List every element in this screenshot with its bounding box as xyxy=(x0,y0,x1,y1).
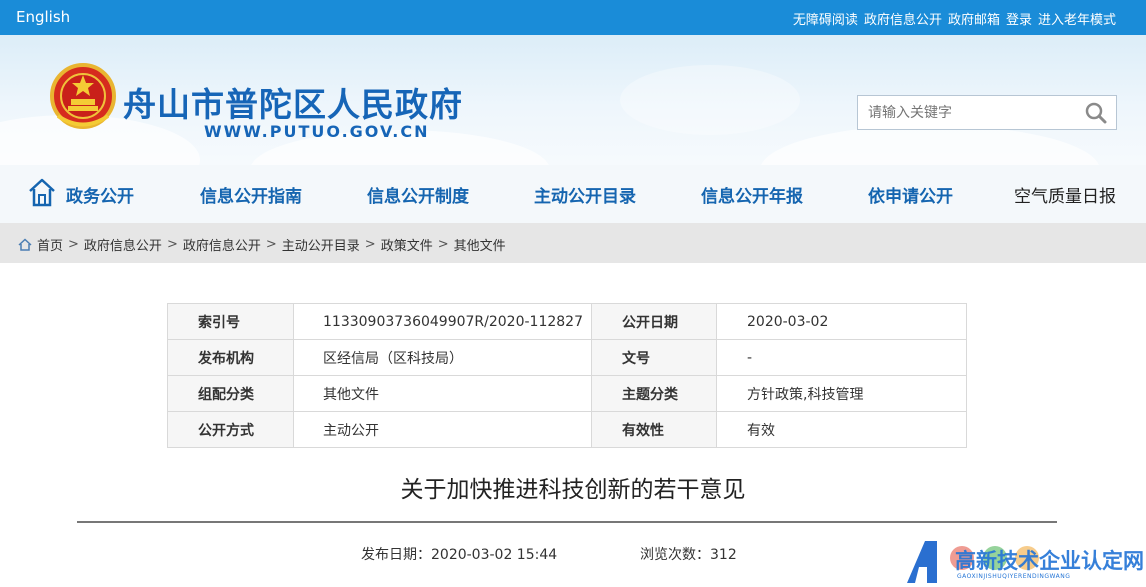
index-label: 索引号 xyxy=(167,303,294,340)
table-row: 索引号 11330903736049907R/2020-112827 公开日期 … xyxy=(167,303,967,340)
doc-number-label: 文号 xyxy=(591,339,717,376)
view-count: 浏览次数：312 xyxy=(640,547,737,563)
nav-active-catalog[interactable]: 主动公开目录 xyxy=(534,182,636,207)
publisher-label: 发布机构 xyxy=(167,339,294,376)
site-title: 舟山市普陀区人民政府 xyxy=(123,85,463,124)
validity-label: 有效性 xyxy=(591,411,717,448)
category-label: 组配分类 xyxy=(167,375,294,412)
nav-info-guide[interactable]: 信息公开指南 xyxy=(200,182,302,207)
nav-gov-affairs[interactable]: 政务公开 xyxy=(66,182,134,207)
topic-label: 主题分类 xyxy=(591,375,717,412)
disclosure-value: 主动公开 xyxy=(293,411,592,448)
validity-value: 有效 xyxy=(716,411,967,448)
topic-value: 方针政策,科技管理 xyxy=(716,375,967,412)
category-value: 其他文件 xyxy=(293,375,592,412)
elder-mode-link[interactable]: 进入老年模式 xyxy=(1038,9,1116,28)
document-info-table: 索引号 11330903736049907R/2020-112827 公开日期 … xyxy=(167,303,967,448)
publish-date-label: 公开日期 xyxy=(591,303,717,340)
breadcrumb-policy-docs[interactable]: 政策文件 xyxy=(381,235,433,254)
breadcrumb-gov-info-1[interactable]: 政府信息公开 xyxy=(84,235,162,254)
home-icon[interactable] xyxy=(27,176,57,208)
top-links: 无障碍阅读 政府信息公开 政府邮箱 登录 进入老年模式 xyxy=(793,9,1116,28)
search-icon[interactable] xyxy=(1085,102,1107,124)
table-row: 发布机构 区经信局（区科技局） 文号 - xyxy=(167,339,967,376)
nav-info-system[interactable]: 信息公开制度 xyxy=(367,182,469,207)
index-value: 11330903736049907R/2020-112827 xyxy=(293,303,592,340)
nav-application[interactable]: 依申请公开 xyxy=(868,182,953,207)
gov-mail-link[interactable]: 政府邮箱 xyxy=(948,9,1000,28)
table-row: 公开方式 主动公开 有效性 有效 xyxy=(167,411,967,448)
breadcrumb: 首页 > 政府信息公开 > 政府信息公开 > 主动公开目录 > 政策文件 > 其… xyxy=(18,235,506,254)
site-header: 舟山市普陀区人民政府 WWW.PUTUO.GOV.CN xyxy=(0,35,1146,165)
gov-info-link[interactable]: 政府信息公开 xyxy=(864,9,942,28)
nav-annual-report[interactable]: 信息公开年报 xyxy=(701,182,803,207)
watermark-text: 高新技术企业认定网 xyxy=(955,549,1144,573)
title-divider xyxy=(77,521,1057,523)
site-url: WWW.PUTUO.GOV.CN xyxy=(204,122,430,141)
top-bar: English 无障碍阅读 政府信息公开 政府邮箱 登录 进入老年模式 xyxy=(0,0,1146,35)
breadcrumb-home-icon xyxy=(18,238,32,251)
main-nav: 政务公开 信息公开指南 信息公开制度 主动公开目录 信息公开年报 依申请公开 空… xyxy=(0,165,1146,223)
publish-date-meta: 发布日期：2020-03-02 15:44 xyxy=(361,547,558,563)
national-emblem-icon xyxy=(50,63,116,129)
nav-air-quality[interactable]: 空气质量日报 xyxy=(1014,182,1116,207)
document-title: 关于加快推进科技创新的若干意见 xyxy=(400,477,746,503)
watermark-subtext: GAOXINJISHUQIYERENDINGWANG xyxy=(957,573,1071,580)
search-input[interactable] xyxy=(868,104,1068,122)
english-link[interactable]: English xyxy=(16,8,70,26)
breadcrumb-active-catalog[interactable]: 主动公开目录 xyxy=(282,235,360,254)
publish-date-value: 2020-03-02 xyxy=(716,303,967,340)
accessibility-link[interactable]: 无障碍阅读 xyxy=(793,9,858,28)
disclosure-label: 公开方式 xyxy=(167,411,294,448)
breadcrumb-other-docs[interactable]: 其他文件 xyxy=(454,235,506,254)
publisher-value: 区经信局（区科技局） xyxy=(293,339,592,376)
watermark: 高新技术企业认定网 GAOXINJISHUQIYERENDINGWANG xyxy=(905,537,1146,587)
doc-number-value: - xyxy=(716,339,967,376)
table-row: 组配分类 其他文件 主题分类 方针政策,科技管理 xyxy=(167,375,967,412)
breadcrumb-gov-info-2[interactable]: 政府信息公开 xyxy=(183,235,261,254)
login-link[interactable]: 登录 xyxy=(1006,9,1032,28)
breadcrumb-home[interactable]: 首页 xyxy=(37,235,63,254)
search-box xyxy=(857,95,1117,130)
breadcrumb-bar: 首页 > 政府信息公开 > 政府信息公开 > 主动公开目录 > 政策文件 > 其… xyxy=(0,223,1146,263)
